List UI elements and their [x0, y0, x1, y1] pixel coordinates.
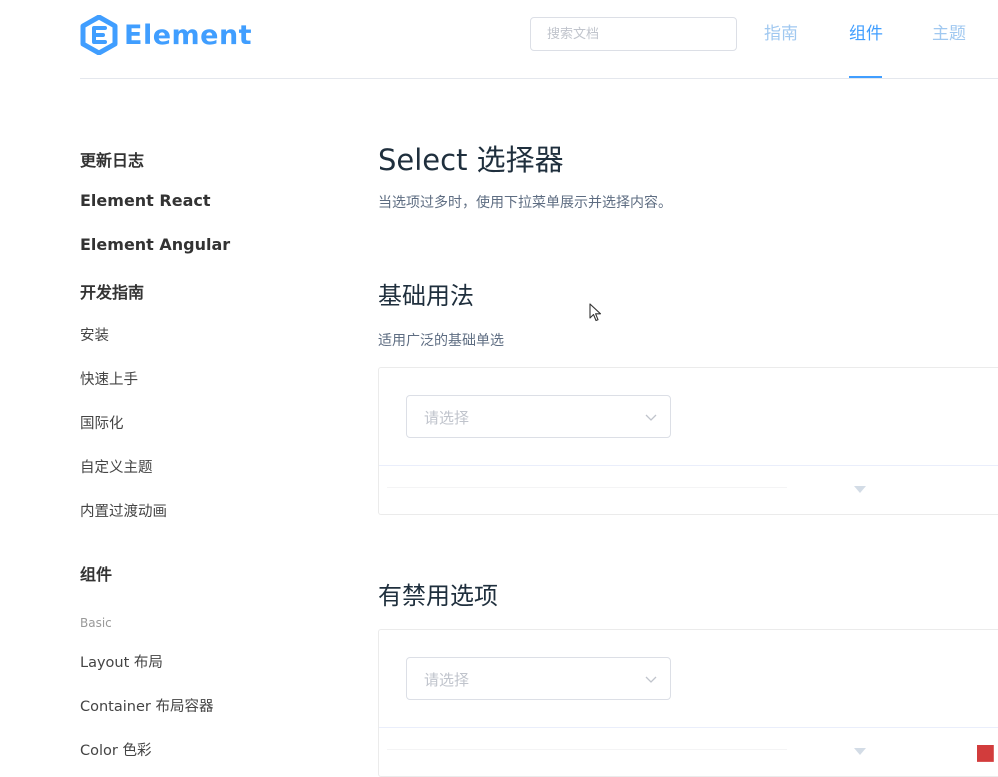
sidebar-item-container[interactable]: Container 布局容器 [80, 695, 213, 716]
search-input[interactable] [530, 17, 737, 51]
divider [387, 749, 787, 750]
sidebar-group-dev-guide: 开发指南 [80, 283, 145, 302]
header-divider [80, 78, 998, 79]
mouse-pointer-icon [589, 303, 602, 322]
page-title: Select 选择器 [378, 143, 564, 177]
section-description-basic: 适用广泛的基础单选 [378, 333, 504, 349]
sidebar-group-components: 组件 [80, 565, 113, 584]
demo-block-disabled: 请选择 [378, 629, 998, 777]
sidebar-item-element-angular[interactable]: Element Angular [80, 235, 230, 254]
select-input[interactable]: 请选择 [406, 395, 671, 438]
demo-code-toggle[interactable] [379, 465, 998, 513]
sidebar-item-changelog[interactable]: 更新日志 [80, 147, 144, 171]
nav-guide[interactable]: 指南 [764, 22, 798, 46]
select-placeholder: 请选择 [424, 409, 470, 427]
section-title-disabled: 有禁用选项 [378, 582, 498, 610]
sidebar-item-transition[interactable]: 内置过渡动画 [80, 500, 167, 521]
nav-theme[interactable]: 主题 [932, 22, 966, 46]
logo-text: Element [124, 19, 253, 51]
top-header: Element 指南 组件 主题 [0, 0, 998, 80]
demo-block-basic: 请选择 [378, 367, 998, 515]
sidebar: 更新日志 Element React Element Angular 开发指南 … [0, 80, 340, 761]
caret-down-icon [854, 486, 866, 493]
demo-source: 请选择 [379, 630, 998, 728]
sidebar-item-install[interactable]: 安装 [80, 324, 109, 345]
demo-source: 请选择 [379, 368, 998, 466]
logo-link[interactable]: Element [80, 14, 252, 56]
select-placeholder: 请选择 [424, 671, 470, 689]
sidebar-item-color[interactable]: Color 色彩 [80, 739, 151, 760]
nav-component[interactable]: 组件 [849, 22, 883, 46]
sidebar-item-layout[interactable]: Layout 布局 [80, 651, 163, 672]
select-input[interactable]: 请选择 [406, 657, 671, 700]
sidebar-item-i18n[interactable]: 国际化 [80, 412, 124, 433]
demo-code-toggle[interactable] [379, 727, 998, 775]
chevron-down-icon [645, 676, 657, 683]
sidebar-item-custom-theme[interactable]: 自定义主题 [80, 456, 153, 477]
main-content: Select 选择器 当选项过多时，使用下拉菜单展示并选择内容。 基础用法 适用… [378, 80, 998, 777]
sidebar-item-element-react[interactable]: Element React [80, 191, 211, 210]
chevron-down-icon [645, 414, 657, 421]
sidebar-subheading-basic: Basic [80, 616, 112, 630]
sidebar-item-quickstart[interactable]: 快速上手 [80, 368, 138, 389]
divider [387, 487, 787, 488]
caret-down-icon [854, 748, 866, 755]
element-logo-icon [80, 15, 118, 55]
section-title-basic: 基础用法 [378, 282, 474, 310]
page-description: 当选项过多时，使用下拉菜单展示并选择内容。 [378, 195, 672, 211]
